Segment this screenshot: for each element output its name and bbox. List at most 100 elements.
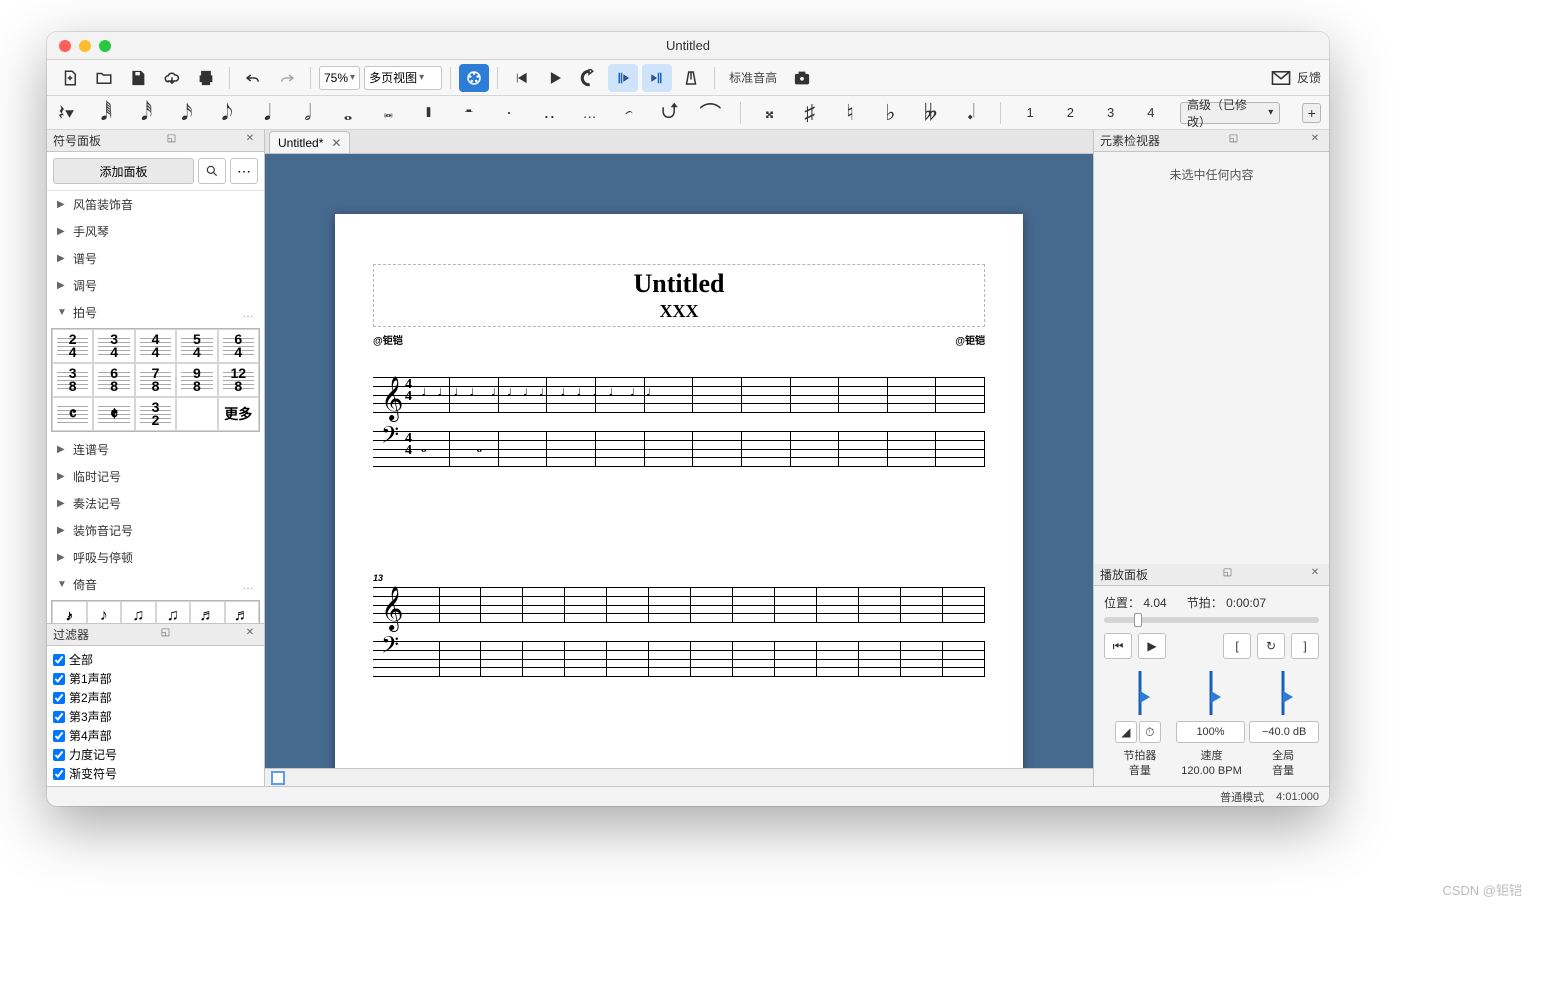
minimize-window-button[interactable] [79, 40, 91, 52]
palette-item[interactable]: ▶呼吸与停顿 [47, 544, 264, 571]
midi-input-button[interactable] [459, 64, 489, 92]
timesig-6-4[interactable]: 64 [218, 329, 259, 363]
tempo-dial[interactable] [1196, 671, 1226, 715]
bass-staff[interactable]: 𝄢 44 𝅝 𝅝 [373, 431, 985, 467]
playback-rewind-button[interactable]: ⏮ [1104, 633, 1132, 659]
timesig-4-4[interactable]: 44 [135, 329, 176, 363]
grace-6[interactable]: ♬ [225, 601, 260, 623]
palette-item[interactable]: ▶奏法记号 [47, 490, 264, 517]
document-tab[interactable]: Untitled* ✕ [269, 131, 350, 153]
count-in-button[interactable]: ⏱ [1139, 721, 1161, 743]
save-button[interactable] [123, 64, 153, 92]
duration-quarter[interactable]: 𝅘𝅥 [256, 100, 278, 126]
voice-1[interactable]: 1 [1019, 105, 1041, 120]
page-thumbnail[interactable] [271, 771, 285, 785]
double-dot-button[interactable]: ‥ [538, 102, 560, 123]
timesig-2-4[interactable]: 24 [52, 329, 93, 363]
timesig-5-4[interactable]: 54 [176, 329, 217, 363]
palette-item-expanded[interactable]: ▼倚音… [47, 571, 264, 598]
filter-item[interactable]: 第3声部 [53, 707, 258, 726]
dot-button[interactable]: · [498, 102, 520, 123]
fullscreen-window-button[interactable] [99, 40, 111, 52]
loop-out-button[interactable] [642, 64, 672, 92]
palette-item[interactable]: ▶风笛装饰音 [47, 191, 264, 218]
double-flat-button[interactable]: 𝄫 [920, 100, 942, 126]
cloud-button[interactable] [157, 64, 187, 92]
duration-32nd[interactable]: 𝅘𝅥𝅰 [136, 100, 158, 126]
grace-4[interactable]: ♫ [156, 601, 191, 623]
filter-item[interactable]: 全部 [53, 650, 258, 669]
grace-3[interactable]: ♫ [121, 601, 156, 623]
timesig-3-2[interactable]: 32 [135, 397, 176, 431]
filter-undock-button[interactable]: ◱ [158, 627, 174, 643]
open-file-button[interactable] [89, 64, 119, 92]
loop-button[interactable] [574, 64, 604, 92]
score-title[interactable]: Untitled [374, 269, 984, 299]
feedback-button[interactable]: 反馈 [1271, 69, 1321, 86]
palette-item[interactable]: ▶谱号 [47, 245, 264, 272]
new-file-button[interactable] [55, 64, 85, 92]
volume-db[interactable]: −40.0 dB [1249, 721, 1319, 743]
duration-64th[interactable]: 𝅘𝅥𝅱 [95, 100, 117, 126]
playback-play-button[interactable]: ▶ [1138, 633, 1166, 659]
double-sharp-button[interactable]: 𝄪 [758, 102, 780, 123]
filter-item[interactable]: 力度记号 [53, 745, 258, 764]
metronome-button[interactable] [676, 64, 706, 92]
note-input-mode[interactable]: 𝄽▾ [55, 100, 77, 126]
duration-8th[interactable]: 𝅘𝅥𝅮 [216, 100, 238, 126]
score-page[interactable]: Untitled XXX @钜铠 @钜铠 𝄞 44 ♩♩♩♩ ♩♩♩♩ ♩♩♩♩… [335, 214, 1023, 768]
filter-item[interactable]: 第2声部 [53, 688, 258, 707]
slur-button[interactable]: ⌒ [699, 97, 721, 129]
palette-more-button[interactable]: ⋯ [230, 158, 258, 184]
add-palette-button[interactable]: 添加面板 [53, 158, 194, 184]
voice-4[interactable]: 4 [1140, 105, 1162, 120]
loop-toggle-button[interactable]: ↻ [1257, 633, 1285, 659]
timesig-7-8[interactable]: 78 [135, 363, 176, 397]
grace-5[interactable]: ♬ [190, 601, 225, 623]
bass-staff[interactable]: 𝄢 [373, 641, 985, 677]
master-volume-dial[interactable] [1268, 671, 1298, 715]
timesig-9-8[interactable]: 98 [176, 363, 217, 397]
filter-close-button[interactable]: ✕ [242, 627, 258, 643]
loop-start-button[interactable]: [ [1223, 633, 1251, 659]
filter-item[interactable]: 渐变符号 [53, 764, 258, 783]
voice-2[interactable]: 2 [1059, 105, 1081, 120]
close-window-button[interactable] [59, 40, 71, 52]
timesig-cut[interactable]: 𝄵 [93, 397, 134, 431]
inspector-close-button[interactable]: ✕ [1307, 133, 1323, 149]
view-mode-select[interactable]: 多页视图▾ [364, 66, 442, 90]
treble-staff[interactable]: 𝄞 44 ♩♩♩♩ ♩♩♩♩ ♩♩♩♩ ♩♩ [373, 377, 985, 413]
duration-longa[interactable]: 𝅛 [417, 104, 439, 122]
playback-undock-button[interactable]: ◱ [1220, 567, 1236, 583]
page-navigator[interactable] [265, 768, 1093, 786]
palette-undock-button[interactable]: ◱ [164, 133, 180, 149]
grace-1[interactable]: 𝆔 [52, 601, 87, 623]
duration-half[interactable]: 𝅗𝅥 [297, 100, 319, 126]
duration-whole[interactable]: 𝅝 [337, 100, 359, 126]
rewind-button[interactable] [506, 64, 536, 92]
score-viewport[interactable]: Untitled XXX @钜铠 @钜铠 𝄞 44 ♩♩♩♩ ♩♩♩♩ ♩♩♩♩… [265, 154, 1093, 768]
timesig-3-8[interactable]: 38 [52, 363, 93, 397]
timesig-3-4[interactable]: 34 [93, 329, 134, 363]
marcato-button[interactable]: 𝆺𝅥 [960, 100, 982, 126]
natural-button[interactable]: ♮ [839, 100, 861, 126]
add-toolbar-button[interactable]: + [1302, 103, 1321, 123]
concert-pitch-label[interactable]: 标准音高 [723, 69, 783, 86]
grace-2[interactable]: ♪ [87, 601, 122, 623]
palette-item[interactable]: ▶装饰音记号 [47, 517, 264, 544]
palette-item-expanded[interactable]: ▼拍号… [47, 299, 264, 326]
filter-item[interactable]: 第1声部 [53, 669, 258, 688]
inspector-undock-button[interactable]: ◱ [1226, 133, 1242, 149]
duration-breve[interactable]: 𝅜 [377, 104, 399, 122]
sharp-button[interactable]: ♯ [799, 100, 821, 126]
timesig-6-8[interactable]: 68 [93, 363, 134, 397]
tie-button[interactable]: 𝆣 [619, 100, 641, 126]
title-frame[interactable]: Untitled XXX [373, 264, 985, 327]
credit-left[interactable]: @钜铠 [373, 332, 403, 347]
play-button[interactable] [540, 64, 570, 92]
playback-close-button[interactable]: ✕ [1307, 567, 1323, 583]
credit-right[interactable]: @钜铠 [955, 332, 985, 347]
flat-button[interactable]: ♭ [879, 100, 901, 126]
palette-item[interactable]: ▶连谱号 [47, 436, 264, 463]
voice-3[interactable]: 3 [1099, 105, 1121, 120]
